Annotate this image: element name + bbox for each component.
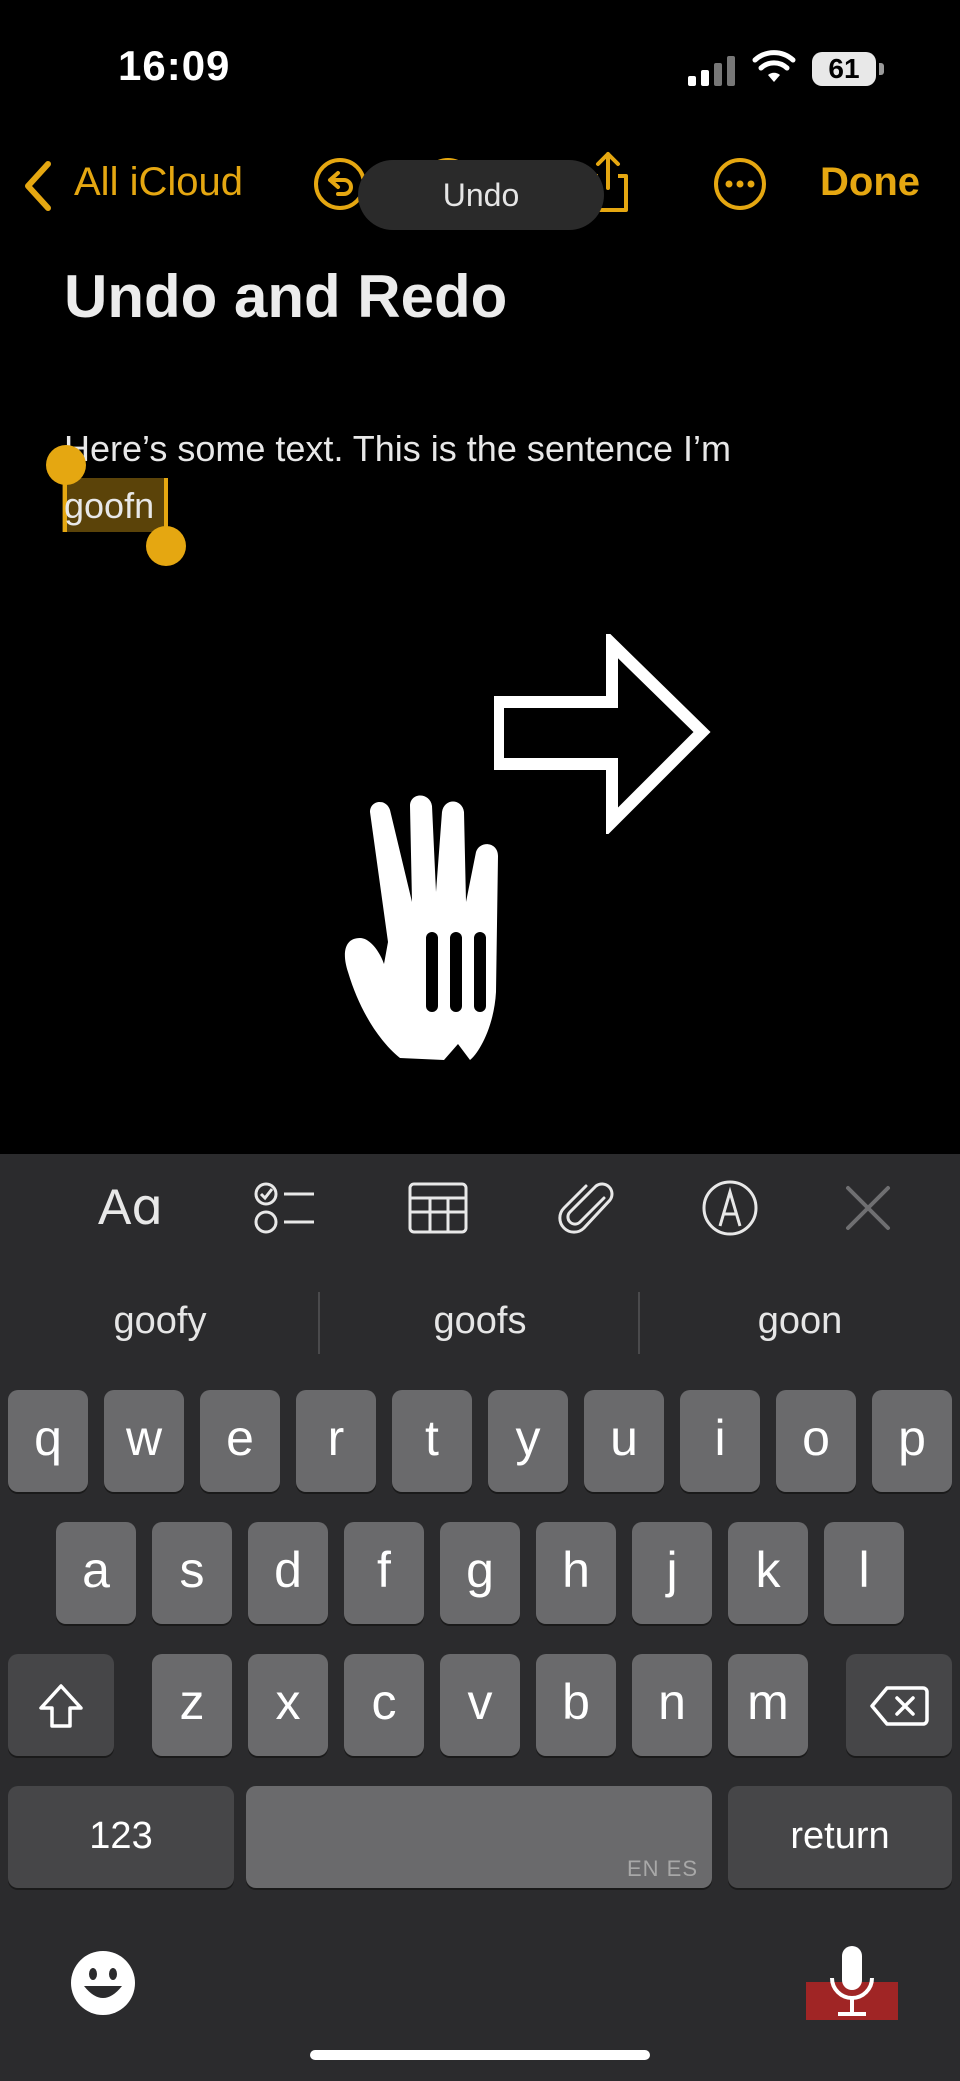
key-p[interactable]: p (872, 1390, 952, 1492)
three-finger-swipe-hand-icon (344, 795, 498, 1060)
selected-word[interactable]: goofn (64, 480, 154, 532)
key-e[interactable]: e (200, 1390, 280, 1492)
key-b[interactable]: b (536, 1654, 616, 1756)
suggestion-2[interactable]: goofs (330, 1300, 630, 1343)
key-m[interactable]: m (728, 1654, 808, 1756)
shift-arrow-icon (39, 1684, 83, 1728)
key-t[interactable]: t (392, 1390, 472, 1492)
numbers-key[interactable]: 123 (8, 1786, 234, 1888)
key-g[interactable]: g (440, 1522, 520, 1624)
suggestion-3[interactable]: goon (650, 1300, 950, 1343)
key-i[interactable]: i (680, 1390, 760, 1492)
wifi-icon (752, 50, 796, 82)
suggestion-divider (318, 1292, 320, 1354)
key-j[interactable]: j (632, 1522, 712, 1624)
key-y[interactable]: y (488, 1390, 568, 1492)
key-d[interactable]: d (248, 1522, 328, 1624)
key-x[interactable]: x (248, 1654, 328, 1756)
shift-key[interactable] (8, 1654, 114, 1756)
key-u[interactable]: u (584, 1390, 664, 1492)
back-button-all-icloud[interactable]: All iCloud (74, 160, 243, 205)
key-h[interactable]: h (536, 1522, 616, 1624)
close-icon[interactable] (836, 1176, 900, 1240)
paperclip-icon[interactable] (556, 1176, 620, 1240)
key-c[interactable]: c (344, 1654, 424, 1756)
delete-key[interactable] (846, 1654, 952, 1756)
more-options-icon[interactable] (712, 156, 768, 212)
key-k[interactable]: k (728, 1522, 808, 1624)
undo-toast: Undo (358, 160, 604, 230)
text-format-aa-icon[interactable]: Aɑ (98, 1178, 163, 1236)
emoji-icon[interactable] (70, 1950, 136, 2016)
home-indicator[interactable] (310, 2050, 650, 2060)
key-n[interactable]: n (632, 1654, 712, 1756)
key-r[interactable]: r (296, 1390, 376, 1492)
key-f[interactable]: f (344, 1522, 424, 1624)
return-key[interactable]: return (728, 1786, 952, 1888)
selection-start-handle[interactable] (46, 445, 86, 485)
key-w[interactable]: w (104, 1390, 184, 1492)
key-v[interactable]: v (440, 1654, 520, 1756)
space-bar[interactable]: EN ES (246, 1786, 712, 1888)
note-body-line[interactable]: Here’s some text. This is the sentence I… (64, 418, 864, 480)
key-s[interactable]: s (152, 1522, 232, 1624)
chevron-left-icon[interactable] (18, 158, 58, 214)
status-time: 16:09 (118, 42, 231, 89)
table-icon[interactable] (406, 1176, 470, 1240)
cellular-signal-icon (688, 56, 735, 86)
suggestion-1[interactable]: goofy (10, 1300, 310, 1343)
battery-indicator: 61 (812, 52, 876, 86)
key-l[interactable]: l (824, 1522, 904, 1624)
markup-pen-icon[interactable] (698, 1176, 762, 1240)
key-o[interactable]: o (776, 1390, 856, 1492)
space-language-label: EN ES (626, 1856, 698, 1881)
suggestion-divider (638, 1292, 640, 1354)
note-title[interactable]: Undo and Redo (64, 262, 507, 331)
key-a[interactable]: a (56, 1522, 136, 1624)
microphone-icon[interactable] (806, 1946, 898, 2020)
done-button[interactable]: Done (820, 160, 920, 205)
backspace-icon (870, 1686, 929, 1726)
battery-tip (879, 63, 884, 75)
key-q[interactable]: q (8, 1390, 88, 1492)
key-z[interactable]: z (152, 1654, 232, 1756)
checklist-icon[interactable] (252, 1176, 316, 1240)
selection-end-handle[interactable] (146, 526, 186, 566)
